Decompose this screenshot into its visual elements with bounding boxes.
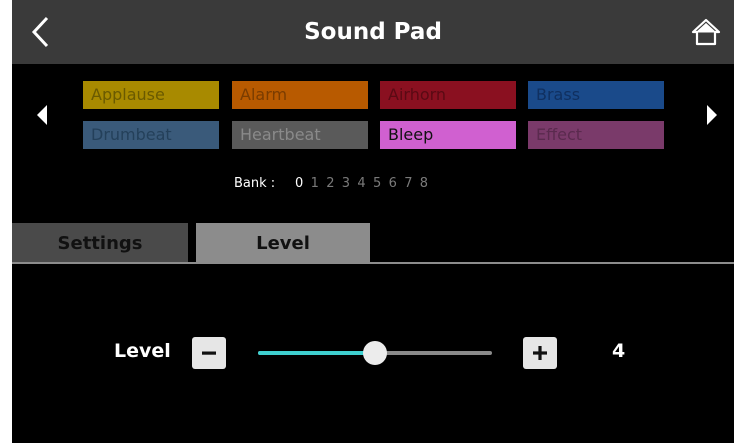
triangle-left-icon: [37, 105, 47, 125]
bank-number-0[interactable]: 0: [295, 176, 303, 191]
sound-pad-brass[interactable]: Brass: [528, 81, 664, 109]
bank-number-2[interactable]: 2: [326, 176, 334, 191]
sound-pad-applause[interactable]: Applause: [83, 81, 219, 109]
minus-icon: [202, 351, 216, 355]
sound-pad-drumbeat[interactable]: Drumbeat: [83, 121, 219, 149]
tab-settings[interactable]: Settings: [12, 223, 188, 263]
bank-label: Bank :: [234, 176, 276, 191]
prev-page-arrow[interactable]: [32, 100, 52, 130]
level-slider[interactable]: [258, 341, 492, 365]
sound-pad-heartbeat[interactable]: Heartbeat: [232, 121, 368, 149]
back-button[interactable]: [22, 12, 58, 52]
bank-number-3[interactable]: 3: [342, 176, 350, 191]
header-bar: Sound Pad: [12, 0, 734, 64]
bank-number-6[interactable]: 6: [389, 176, 397, 191]
level-decrease-button[interactable]: [192, 337, 226, 369]
level-increase-button[interactable]: [523, 337, 557, 369]
level-value: 4: [612, 340, 626, 362]
sound-pad-effect[interactable]: Effect: [528, 121, 664, 149]
plus-icon: [533, 346, 547, 360]
page-title: Sound Pad: [304, 19, 442, 45]
home-button[interactable]: [688, 14, 724, 50]
bank-number-1[interactable]: 1: [311, 176, 319, 191]
tab-level[interactable]: Level: [196, 223, 370, 263]
tab-divider: [12, 262, 734, 264]
sound-pad-screen: Sound Pad Applause Alarm Airhorn Brass Drumb…: [12, 0, 734, 443]
sound-pad-airhorn[interactable]: Airhorn: [380, 81, 516, 109]
slider-thumb[interactable]: [363, 341, 387, 365]
triangle-right-icon: [707, 105, 717, 125]
chevron-left-icon: [31, 16, 49, 48]
bank-number-5[interactable]: 5: [373, 176, 381, 191]
bank-number-8[interactable]: 8: [420, 176, 428, 191]
level-label: Level: [114, 340, 171, 362]
sound-pad-alarm[interactable]: Alarm: [232, 81, 368, 109]
slider-fill: [258, 351, 375, 355]
next-page-arrow[interactable]: [702, 100, 722, 130]
bank-number-4[interactable]: 4: [357, 176, 365, 191]
home-icon: [691, 18, 721, 46]
sound-pad-bleep[interactable]: Bleep: [380, 121, 516, 149]
bank-selector: Bank : 012345678: [12, 176, 734, 196]
bank-number-7[interactable]: 7: [404, 176, 412, 191]
